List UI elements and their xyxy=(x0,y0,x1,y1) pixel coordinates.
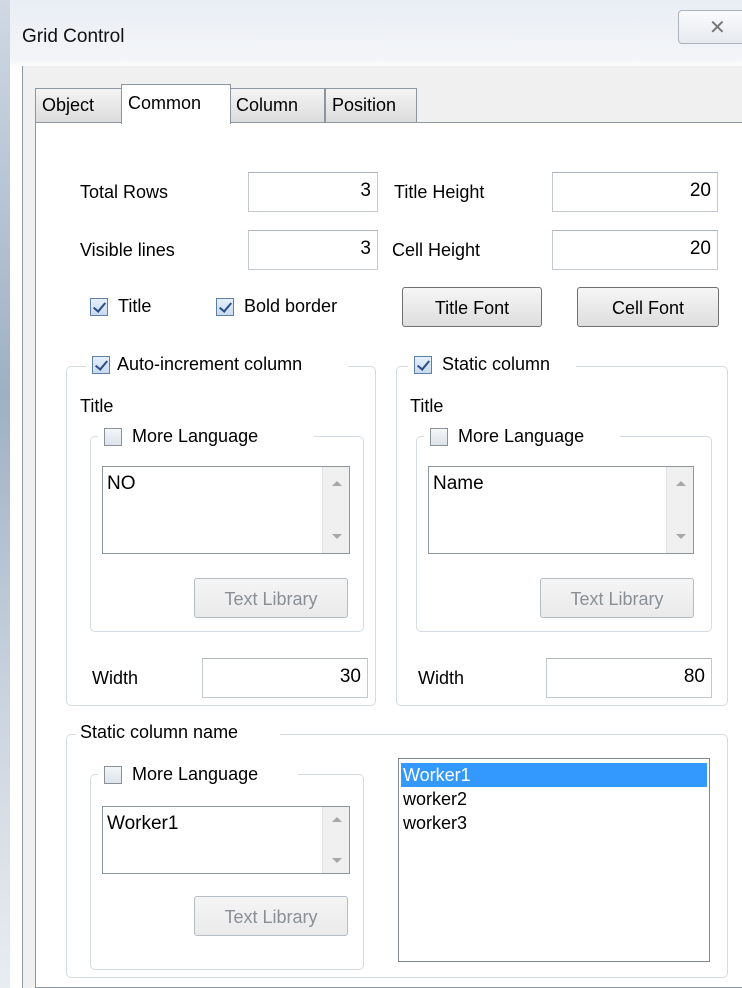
auto-text-library-button[interactable]: Text Library xyxy=(194,578,348,618)
static-column-legend: Static column xyxy=(408,353,576,379)
name-more-language-checkbox[interactable] xyxy=(104,766,122,784)
tab-column[interactable]: Column xyxy=(229,88,325,122)
bold-border-checkbox[interactable] xyxy=(216,298,234,316)
name-text: Worker1 xyxy=(107,813,179,834)
worker-listbox[interactable]: Worker1 worker2 worker3 xyxy=(398,758,710,962)
auto-title-label: Title xyxy=(80,396,114,416)
total-rows-label: Total Rows xyxy=(80,182,169,202)
cell-height-input[interactable]: 20 xyxy=(552,230,718,270)
total-rows-input[interactable]: 3 xyxy=(248,172,378,212)
name-textbox[interactable]: Worker1 xyxy=(102,806,350,874)
list-item[interactable]: Worker1 xyxy=(401,763,707,787)
name-more-language-label: More Language xyxy=(132,764,259,784)
scroll-up-icon[interactable] xyxy=(676,481,686,486)
scroll-up-icon[interactable] xyxy=(332,481,342,486)
close-icon: ✕ xyxy=(709,17,726,39)
static-column-checkbox[interactable] xyxy=(414,356,432,374)
static-title-label: Title xyxy=(410,396,444,416)
visible-lines-label: Visible lines xyxy=(80,240,175,260)
close-button[interactable]: ✕ xyxy=(678,10,742,44)
static-title-text: Name xyxy=(433,473,484,494)
static-more-language-label: More Language xyxy=(458,426,585,446)
static-column-label: Static column xyxy=(442,354,551,374)
auto-more-language-legend: More Language xyxy=(98,425,314,451)
list-item[interactable]: worker3 xyxy=(403,811,467,835)
auto-title-scrollbar[interactable] xyxy=(322,467,349,553)
auto-width-input[interactable]: 30 xyxy=(202,658,368,698)
title-font-button[interactable]: Title Font xyxy=(402,287,542,327)
static-more-language-legend: More Language xyxy=(424,425,620,451)
auto-title-text: NO xyxy=(107,473,136,494)
title-checkbox[interactable] xyxy=(90,298,108,316)
scroll-down-icon[interactable] xyxy=(332,534,342,539)
static-title-textbox[interactable]: Name xyxy=(428,466,694,554)
list-item[interactable]: worker2 xyxy=(403,787,467,811)
static-width-input[interactable]: 80 xyxy=(546,658,712,698)
cell-height-label: Cell Height xyxy=(392,240,481,260)
auto-title-textbox[interactable]: NO xyxy=(102,466,350,554)
name-scrollbar[interactable] xyxy=(322,807,349,873)
cell-font-button[interactable]: Cell Font xyxy=(577,287,719,327)
auto-more-language-label: More Language xyxy=(132,426,259,446)
static-column-name-label: Static column name xyxy=(80,722,239,742)
title-checkbox-label: Title xyxy=(118,296,152,316)
static-text-library-button[interactable]: Text Library xyxy=(540,578,694,618)
static-width-label: Width xyxy=(418,668,465,688)
window-title: Grid Control xyxy=(22,26,125,47)
scroll-down-icon[interactable] xyxy=(676,534,686,539)
static-more-language-checkbox[interactable] xyxy=(430,428,448,446)
title-height-input[interactable]: 20 xyxy=(552,172,718,212)
auto-increment-label: Auto-increment column xyxy=(117,354,303,374)
tab-position[interactable]: Position xyxy=(325,88,417,122)
background-window-edge xyxy=(0,0,10,988)
bold-border-label: Bold border xyxy=(244,296,338,316)
static-title-scrollbar[interactable] xyxy=(666,467,693,553)
name-more-language-legend: More Language xyxy=(98,763,298,789)
tab-common[interactable]: Common xyxy=(121,84,231,124)
name-text-library-button[interactable]: Text Library xyxy=(194,896,348,936)
auto-more-language-checkbox[interactable] xyxy=(104,428,122,446)
static-column-name-legend: Static column name xyxy=(76,721,280,747)
auto-width-label: Width xyxy=(92,668,139,688)
scroll-down-icon[interactable] xyxy=(332,858,342,863)
title-height-label: Title Height xyxy=(394,182,485,202)
visible-lines-input[interactable]: 3 xyxy=(248,230,378,270)
scroll-up-icon[interactable] xyxy=(332,817,342,822)
auto-increment-legend: Auto-increment column xyxy=(86,353,348,379)
auto-increment-checkbox[interactable] xyxy=(92,356,110,374)
tab-object[interactable]: Object xyxy=(35,88,123,122)
